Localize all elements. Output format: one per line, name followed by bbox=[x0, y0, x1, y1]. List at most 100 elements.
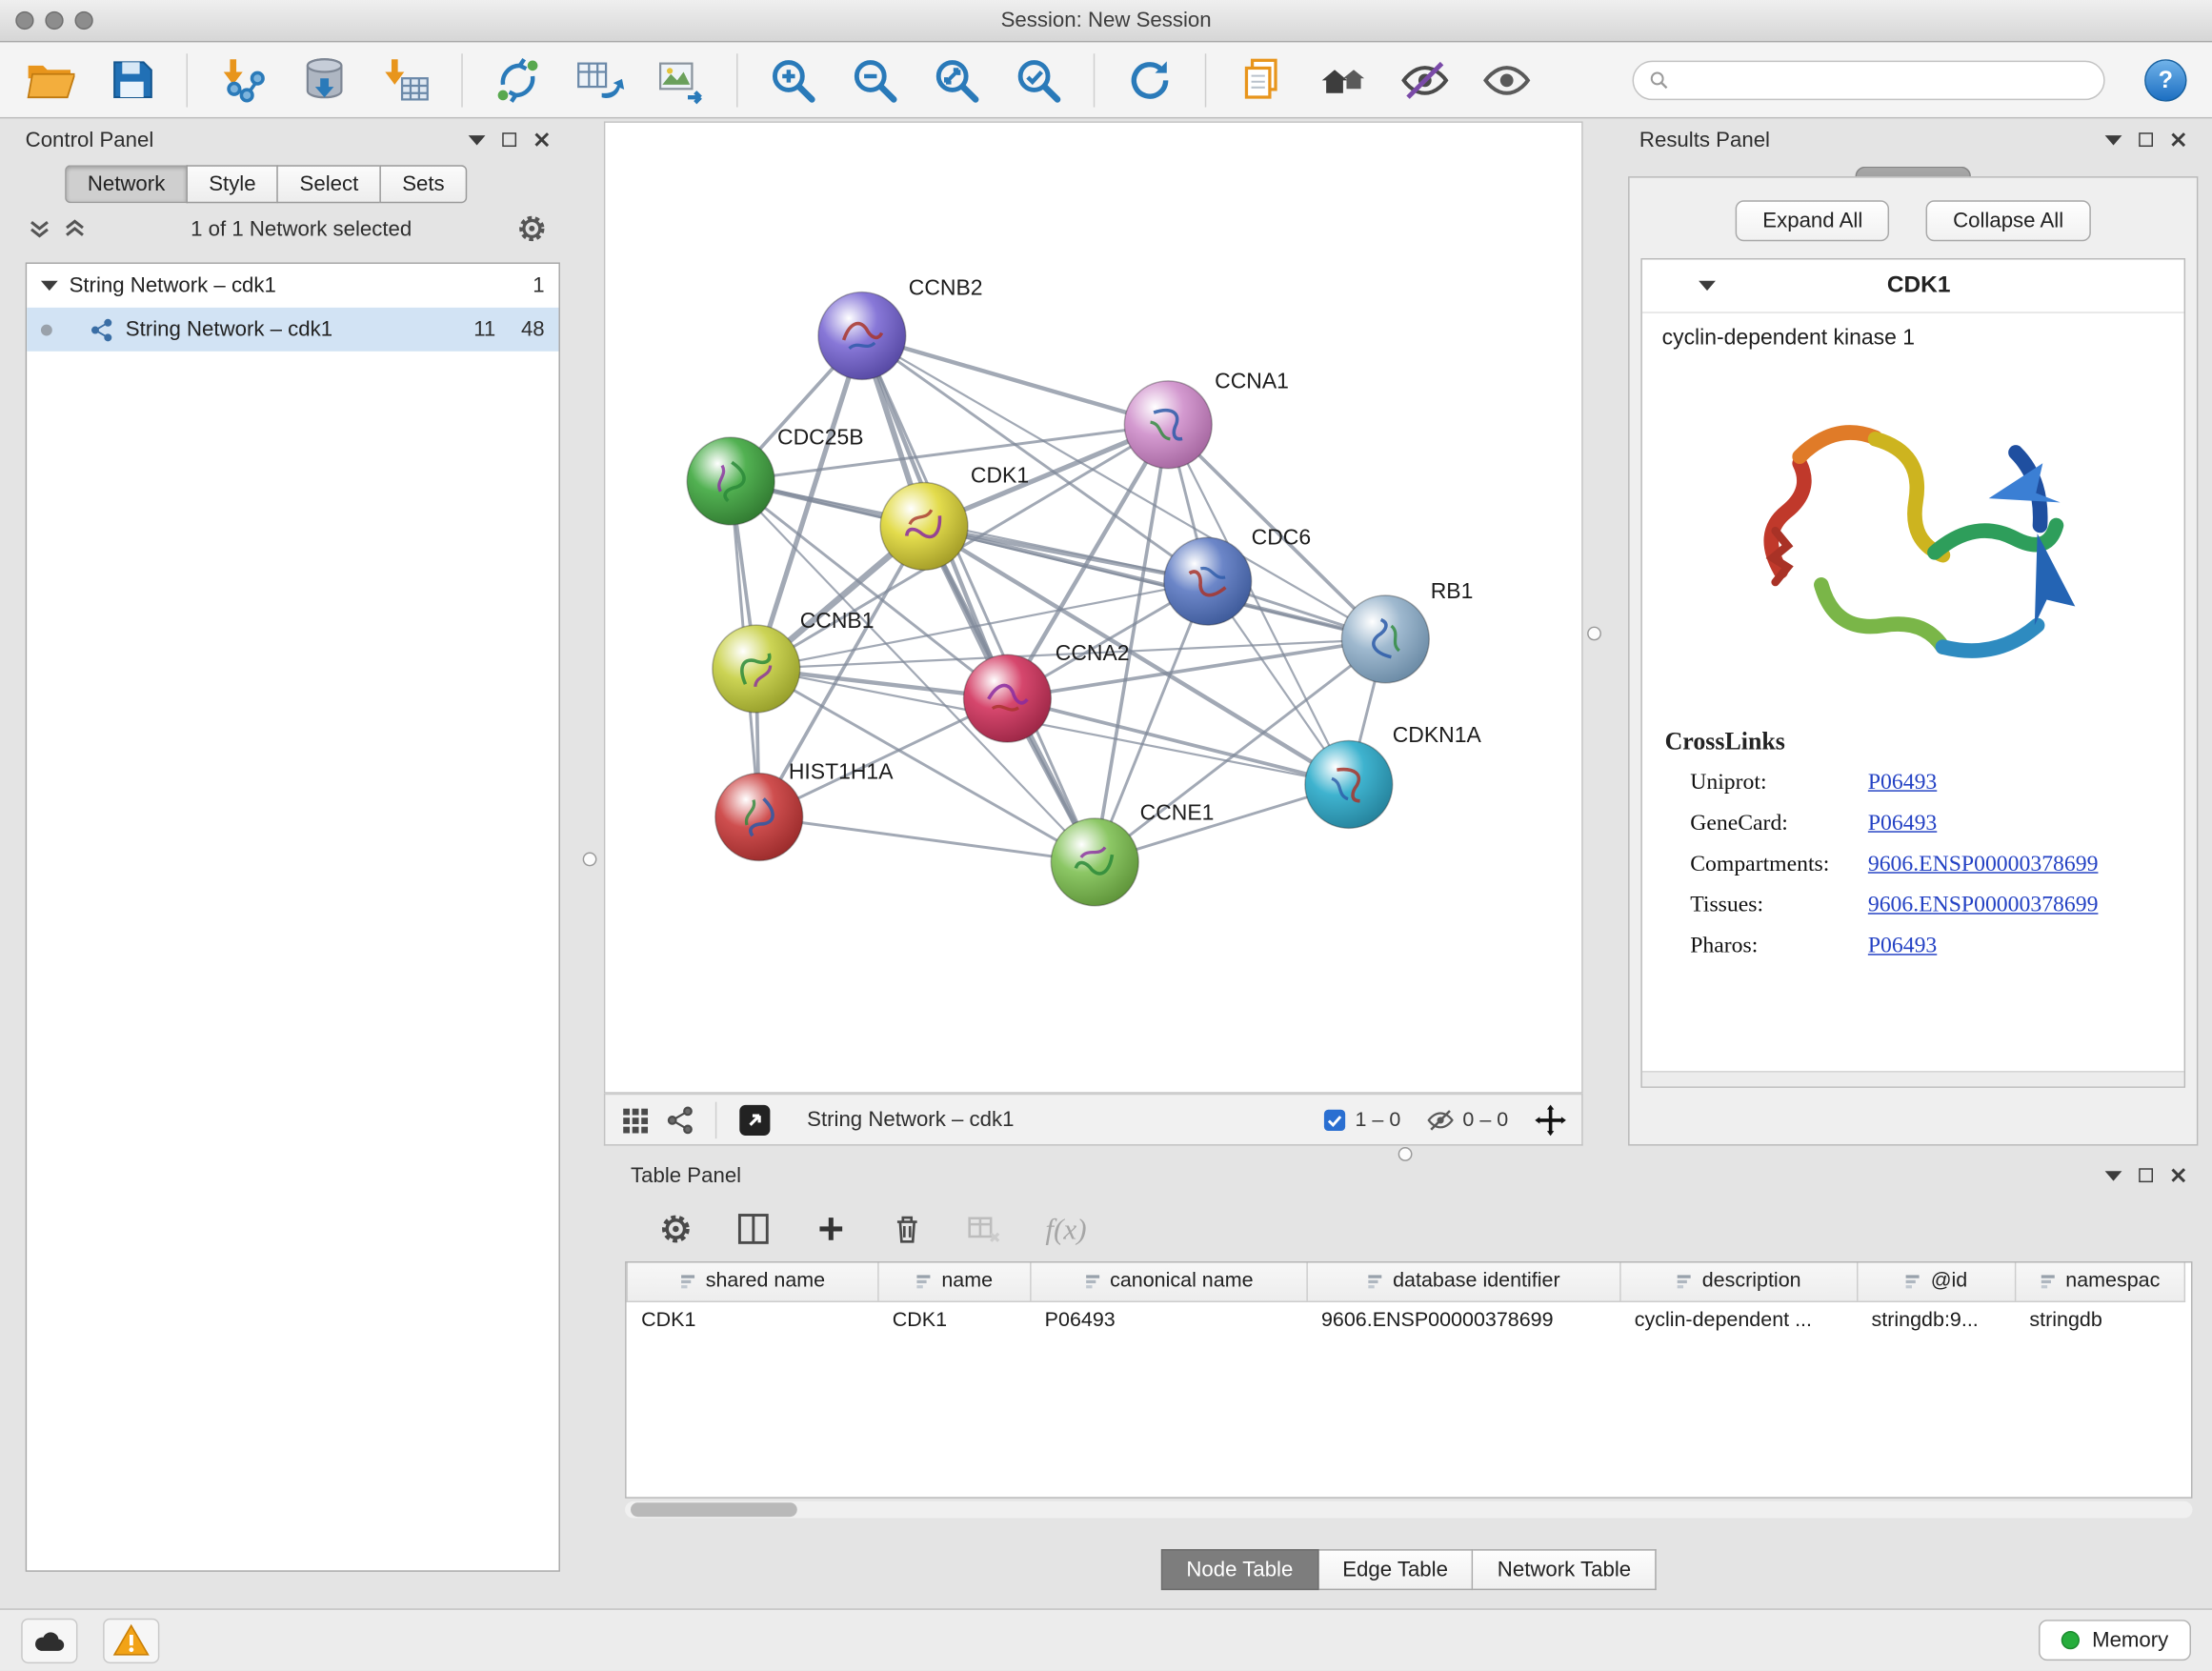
memory-button[interactable]: Memory bbox=[2039, 1620, 2191, 1661]
network-node-ccna1[interactable] bbox=[1124, 381, 1212, 469]
panel-float-icon[interactable] bbox=[2139, 132, 2153, 147]
duplicate-page-button[interactable] bbox=[1229, 48, 1294, 112]
panel-menu-icon[interactable] bbox=[2105, 134, 2122, 144]
expand-all-icon[interactable] bbox=[64, 217, 87, 240]
results-scrollbar[interactable] bbox=[1642, 1071, 2184, 1086]
table-cell[interactable]: 9606.ENSP00000378699 bbox=[1307, 1300, 1620, 1339]
clone-network-button[interactable] bbox=[567, 48, 632, 112]
expand-all-button[interactable]: Expand All bbox=[1736, 200, 1889, 241]
table-settings-gear-icon[interactable] bbox=[659, 1212, 694, 1246]
network-edge[interactable] bbox=[862, 335, 1168, 424]
zoom-fit-button[interactable] bbox=[924, 48, 989, 112]
network-view-share-icon[interactable] bbox=[665, 1104, 696, 1136]
zoom-selected-button[interactable] bbox=[1006, 48, 1071, 112]
table-column-header[interactable]: database identifier bbox=[1307, 1262, 1620, 1300]
network-graph[interactable]: CCNB2CCNA1CDC25BCDK1CDC6RB1CCNB1CCNA2CDK… bbox=[605, 123, 1581, 1092]
table-cell[interactable]: cyclin-dependent ... bbox=[1620, 1300, 1858, 1339]
network-node-cdkn1a[interactable] bbox=[1305, 741, 1393, 829]
network-canvas[interactable]: CCNB2CCNA1CDC25BCDK1CDC6RB1CCNB1CCNA2CDK… bbox=[604, 121, 1583, 1093]
tab-node-table[interactable]: Node Table bbox=[1161, 1549, 1318, 1590]
gear-icon[interactable] bbox=[516, 213, 548, 245]
network-node-ccnb2[interactable] bbox=[818, 292, 906, 380]
panel-close-icon[interactable] bbox=[2170, 1167, 2187, 1184]
table-column-header[interactable]: canonical name bbox=[1031, 1262, 1307, 1300]
table-cell[interactable]: CDK1 bbox=[627, 1300, 878, 1339]
grid-view-icon[interactable] bbox=[619, 1104, 651, 1136]
show-all-button[interactable] bbox=[1475, 48, 1539, 112]
network-node-ccna2[interactable] bbox=[964, 654, 1052, 742]
crosslink-pharos[interactable]: P06493 bbox=[1868, 934, 1937, 959]
panel-close-icon[interactable] bbox=[2170, 131, 2187, 149]
network-node-cdc6[interactable] bbox=[1164, 537, 1252, 625]
table-horizontal-scrollbar[interactable] bbox=[625, 1501, 2192, 1519]
pan-crosshair-icon[interactable] bbox=[1534, 1102, 1568, 1137]
tab-network[interactable]: Network bbox=[65, 165, 186, 203]
window-minimize-button[interactable] bbox=[45, 11, 63, 30]
network-node-rb1[interactable] bbox=[1341, 595, 1429, 683]
apply-layout-button[interactable] bbox=[1117, 48, 1182, 112]
tab-network-table[interactable]: Network Table bbox=[1474, 1549, 1657, 1590]
table-cell[interactable]: stringdb bbox=[2016, 1300, 2185, 1339]
hidden-eye-icon[interactable] bbox=[1426, 1105, 1455, 1134]
network-node-ccnb1[interactable] bbox=[713, 625, 800, 713]
open-session-button[interactable] bbox=[17, 48, 82, 112]
add-column-icon[interactable] bbox=[814, 1212, 849, 1246]
splitter-handle[interactable] bbox=[583, 853, 597, 867]
network-node-cdc25b[interactable] bbox=[687, 437, 774, 525]
delete-column-trash-icon[interactable] bbox=[891, 1212, 925, 1246]
table-column-header[interactable]: @id bbox=[1858, 1262, 2016, 1300]
tab-style[interactable]: Style bbox=[187, 165, 277, 203]
scrollbar-thumb[interactable] bbox=[631, 1502, 797, 1517]
export-image-button[interactable] bbox=[649, 48, 714, 112]
splitter-handle[interactable] bbox=[1587, 627, 1601, 641]
crosslink-compartments[interactable]: 9606.ENSP00000378699 bbox=[1868, 853, 2099, 878]
show-columns-icon[interactable] bbox=[735, 1211, 773, 1248]
crosslink-tissues[interactable]: 9606.ENSP00000378699 bbox=[1868, 893, 2099, 918]
import-network-database-button[interactable] bbox=[292, 48, 357, 112]
gene-twisty-icon[interactable] bbox=[1699, 281, 1716, 291]
detach-view-icon[interactable] bbox=[736, 1101, 774, 1138]
network-collection-row[interactable]: String Network – cdk1 1 bbox=[27, 264, 558, 308]
save-session-button[interactable] bbox=[99, 48, 164, 112]
import-network-file-button[interactable] bbox=[211, 48, 275, 112]
hide-selection-button[interactable] bbox=[1393, 48, 1458, 112]
crosslink-uniprot[interactable]: P06493 bbox=[1868, 771, 1937, 796]
gene-header[interactable]: CDK1 bbox=[1642, 260, 2184, 313]
cloud-status-button[interactable] bbox=[21, 1618, 77, 1662]
tree-twisty-icon[interactable] bbox=[41, 281, 58, 291]
help-button[interactable]: ? bbox=[2144, 58, 2186, 100]
network-edge[interactable] bbox=[862, 335, 1095, 861]
collapse-all-icon[interactable] bbox=[29, 217, 51, 240]
network-row[interactable]: String Network – cdk1 11 48 bbox=[27, 308, 558, 352]
search-input[interactable] bbox=[1679, 69, 2089, 91]
selected-checkbox-icon[interactable] bbox=[1321, 1107, 1347, 1133]
panel-float-icon[interactable] bbox=[502, 132, 516, 147]
network-node-ccne1[interactable] bbox=[1051, 818, 1138, 906]
table-column-header[interactable]: namespac bbox=[2016, 1262, 2185, 1300]
panel-menu-icon[interactable] bbox=[469, 134, 486, 144]
network-node-cdk1[interactable] bbox=[880, 483, 968, 571]
network-edge[interactable] bbox=[759, 816, 1095, 861]
table-row[interactable]: CDK1CDK1P064939606.ENSP00000378699cyclin… bbox=[627, 1300, 2184, 1339]
tab-sets[interactable]: Sets bbox=[380, 165, 468, 203]
collapse-all-button[interactable]: Collapse All bbox=[1926, 200, 2090, 241]
crosslink-genecard[interactable]: P06493 bbox=[1868, 812, 1937, 837]
splitter-handle[interactable] bbox=[1398, 1147, 1413, 1161]
window-zoom-button[interactable] bbox=[74, 11, 92, 30]
table-cell[interactable]: CDK1 bbox=[878, 1300, 1031, 1339]
tab-select[interactable]: Select bbox=[277, 165, 380, 203]
window-close-button[interactable] bbox=[15, 11, 33, 30]
panel-float-icon[interactable] bbox=[2139, 1168, 2153, 1182]
network-node-hist1h1a[interactable] bbox=[715, 774, 803, 861]
tab-edge-table[interactable]: Edge Table bbox=[1318, 1549, 1474, 1590]
table-column-header[interactable]: shared name bbox=[627, 1262, 878, 1300]
table-cell[interactable]: P06493 bbox=[1031, 1300, 1307, 1339]
new-network-button[interactable] bbox=[485, 48, 550, 112]
home-button[interactable] bbox=[1311, 48, 1376, 112]
import-table-button[interactable] bbox=[373, 48, 438, 112]
zoom-out-button[interactable] bbox=[842, 48, 907, 112]
zoom-in-button[interactable] bbox=[760, 48, 825, 112]
panel-close-icon[interactable] bbox=[533, 131, 551, 149]
warning-status-button[interactable] bbox=[103, 1618, 159, 1662]
table-column-header[interactable]: description bbox=[1620, 1262, 1858, 1300]
